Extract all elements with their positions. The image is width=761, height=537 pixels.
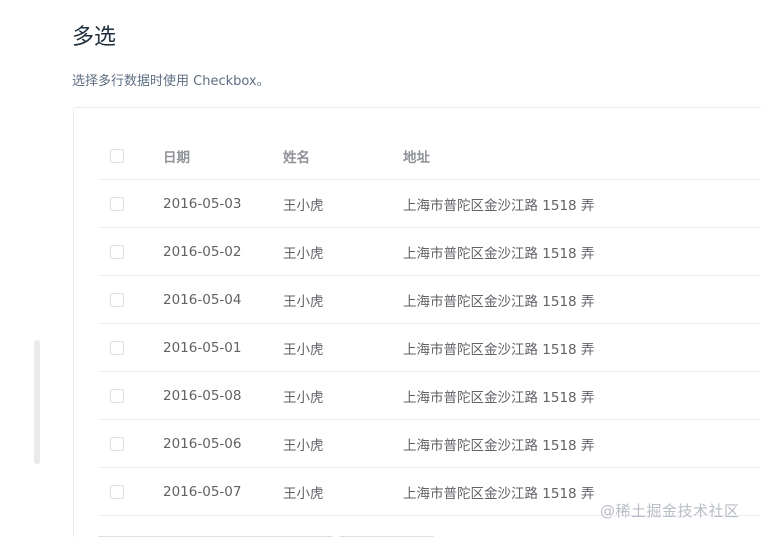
column-header-address[interactable]: 地址: [403, 146, 430, 166]
cell-name: 王小虎: [283, 293, 324, 310]
cell-name: 王小虎: [283, 389, 324, 406]
row-select-cell: [110, 484, 124, 499]
table-row[interactable]: 2016-05-02 王小虎 上海市普陀区金沙江路 1518 弄: [98, 228, 761, 276]
cell-date: 2016-05-03: [163, 195, 242, 212]
cell-name: 王小虎: [283, 485, 324, 502]
row-checkbox[interactable]: [110, 340, 124, 355]
column-header-date[interactable]: 日期: [163, 146, 190, 166]
cell-name: 王小虎: [283, 341, 324, 358]
cell-name: 王小虎: [283, 437, 324, 454]
row-select-cell: [110, 388, 124, 403]
select-all-checkbox[interactable]: [110, 148, 124, 163]
table-row[interactable]: 2016-05-06 王小虎 上海市普陀区金沙江路 1518 弄: [98, 420, 761, 468]
cell-address: 上海市普陀区金沙江路 1518 弄: [403, 197, 595, 214]
row-select-cell: [110, 436, 124, 451]
row-checkbox[interactable]: [110, 436, 124, 451]
scrollbar-thumb[interactable]: [34, 340, 40, 464]
table-row[interactable]: 2016-05-08 王小虎 上海市普陀区金沙江路 1518 弄: [98, 372, 761, 420]
row-checkbox[interactable]: [110, 484, 124, 499]
row-select-cell: [110, 244, 124, 259]
cell-address: 上海市普陀区金沙江路 1518 弄: [403, 389, 595, 406]
cell-date: 2016-05-07: [163, 483, 242, 500]
cell-date: 2016-05-06: [163, 435, 242, 452]
demo-block: 日期 姓名 地址 2016-05-03 王小虎 上海市普陀区金沙江路 1518 …: [73, 107, 761, 537]
table-row[interactable]: 2016-05-01 王小虎 上海市普陀区金沙江路 1518 弄: [98, 324, 761, 372]
page: 多选 选择多行数据时使用 Checkbox。 日期 姓名 地址 2016-05-…: [0, 0, 761, 537]
row-select-cell: [110, 196, 124, 211]
row-select-cell: [110, 340, 124, 355]
cell-address: 上海市普陀区金沙江路 1518 弄: [403, 437, 595, 454]
cell-date: 2016-05-01: [163, 339, 242, 356]
section-title: 多选: [72, 25, 117, 50]
table-row[interactable]: 2016-05-04 王小虎 上海市普陀区金沙江路 1518 弄: [98, 276, 761, 324]
cell-address: 上海市普陀区金沙江路 1518 弄: [403, 245, 595, 262]
cell-name: 王小虎: [283, 245, 324, 262]
cell-address: 上海市普陀区金沙江路 1518 弄: [403, 485, 595, 502]
cell-name: 王小虎: [283, 197, 324, 214]
watermark: @稀土掘金技术社区: [600, 502, 740, 520]
table-header-row: 日期 姓名 地址: [98, 132, 761, 180]
cell-address: 上海市普陀区金沙江路 1518 弄: [403, 293, 595, 310]
cell-date: 2016-05-08: [163, 387, 242, 404]
data-table: 日期 姓名 地址 2016-05-03 王小虎 上海市普陀区金沙江路 1518 …: [98, 132, 761, 516]
column-header-name[interactable]: 姓名: [283, 146, 310, 166]
row-checkbox[interactable]: [110, 196, 124, 211]
cell-date: 2016-05-02: [163, 243, 242, 260]
table-row[interactable]: 2016-05-03 王小虎 上海市普陀区金沙江路 1518 弄: [98, 180, 761, 228]
row-checkbox[interactable]: [110, 388, 124, 403]
section-description: 选择多行数据时使用 Checkbox。: [72, 74, 270, 89]
row-checkbox[interactable]: [110, 244, 124, 259]
row-select-cell: [110, 292, 124, 307]
select-all-cell: [110, 148, 124, 163]
cell-date: 2016-05-04: [163, 291, 242, 308]
cell-address: 上海市普陀区金沙江路 1518 弄: [403, 341, 595, 358]
row-checkbox[interactable]: [110, 292, 124, 307]
